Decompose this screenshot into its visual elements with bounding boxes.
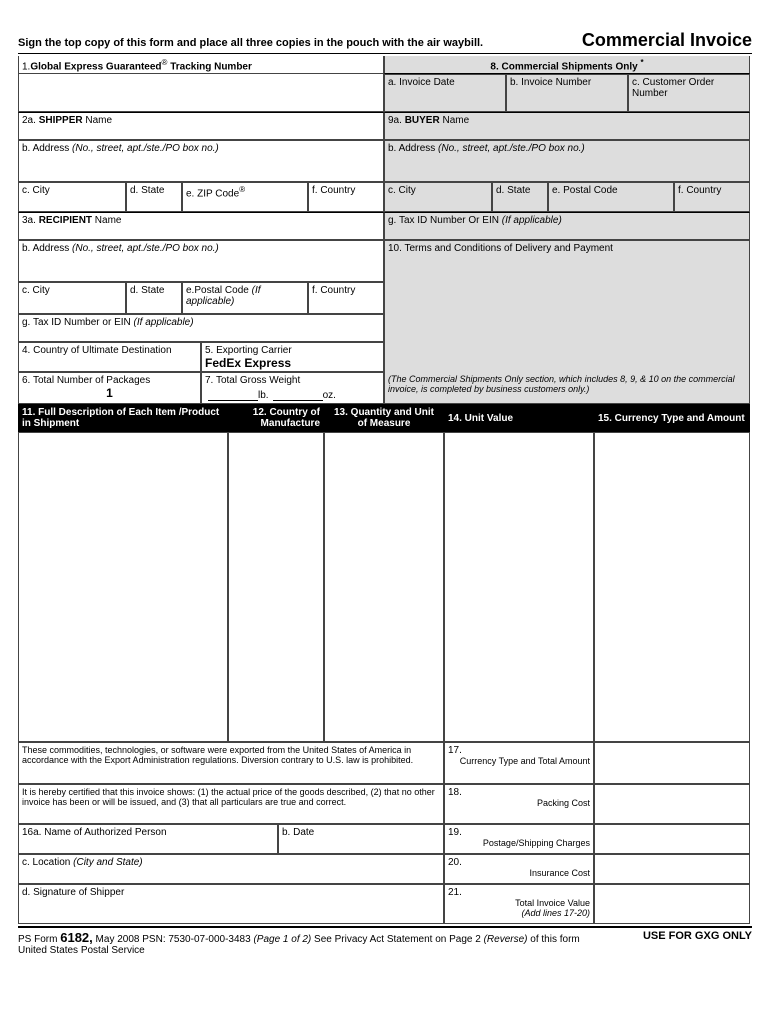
- instruction-text: Sign the top copy of this form and place…: [18, 37, 582, 49]
- field-1-tracking[interactable]: 1.Global Express Guaranteed® Tracking Nu…: [18, 56, 384, 74]
- field-19-label: 19. Postage/Shipping Charges: [444, 824, 594, 854]
- form-title: Commercial Invoice: [582, 30, 752, 51]
- field-2e-zip[interactable]: e. ZIP Code®: [182, 182, 308, 212]
- field-3d-state[interactable]: d. State: [126, 282, 182, 314]
- field-8b[interactable]: b. Invoice Number: [506, 74, 628, 112]
- footer: PS Form 6182, May 2008 PSN: 7530-07-000-…: [18, 926, 752, 956]
- field-16c-location[interactable]: c. Location (City and State): [18, 854, 444, 884]
- field-3f-country[interactable]: f. Country: [308, 282, 384, 314]
- field-8a[interactable]: a. Invoice Date: [384, 74, 506, 112]
- col-15-header: 15. Currency Type and Amount: [594, 404, 750, 432]
- col-13-header: 13. Quantity and Unit of Measure: [324, 404, 444, 432]
- field-19-value[interactable]: [594, 824, 750, 854]
- field-10-body2[interactable]: [384, 314, 750, 342]
- field-10-body3[interactable]: [384, 342, 750, 372]
- header-row: Sign the top copy of this form and place…: [18, 30, 752, 54]
- field-20-value[interactable]: [594, 854, 750, 884]
- cert-text-2: It is hereby certified that this invoice…: [18, 784, 444, 824]
- field-18-label: 18. Packing Cost: [444, 784, 594, 824]
- col-15-body[interactable]: [594, 432, 750, 742]
- field-10-body[interactable]: [384, 282, 750, 314]
- field-16b-date[interactable]: b. Date: [278, 824, 444, 854]
- field-4-destination[interactable]: 4. Country of Ultimate Destination: [18, 342, 201, 372]
- field-21-label: 21. Total Invoice Value (Add lines 17-20…: [444, 884, 594, 924]
- field-17-label: 17. Currency Type and Total Amount: [444, 742, 594, 784]
- field-5-value: FedEx Express: [205, 356, 380, 370]
- field-9f-country[interactable]: f. Country: [674, 182, 750, 212]
- footer-use: USE FOR GXG ONLY: [643, 930, 752, 956]
- field-2c-city[interactable]: c. City: [18, 182, 126, 212]
- field-2b-address[interactable]: b. Address (No., street, apt./ste./PO bo…: [18, 140, 384, 182]
- field-9d-state[interactable]: d. State: [492, 182, 548, 212]
- col-14-header: 14. Unit Value: [444, 404, 594, 432]
- field-7-weight[interactable]: 7. Total Gross Weight lb. oz.: [201, 372, 384, 404]
- field-3a-recipient[interactable]: 3a. RECIPIENT Name: [18, 212, 384, 240]
- field-1-body[interactable]: [18, 74, 384, 112]
- field-5-carrier[interactable]: 5. Exporting Carrier FedEx Express: [201, 342, 384, 372]
- field-10-terms[interactable]: 10. Terms and Conditions of Delivery and…: [384, 240, 750, 282]
- field-2f-country[interactable]: f. Country: [308, 182, 384, 212]
- field-20-label: 20. Insurance Cost: [444, 854, 594, 884]
- col-12-header: 12. Country of Manufacture: [228, 404, 324, 432]
- field-6-value: 1: [22, 386, 197, 400]
- field-3g-taxid[interactable]: g. Tax ID Number or EIN (If applicable): [18, 314, 384, 342]
- col-14-body[interactable]: [444, 432, 594, 742]
- field-3b-address[interactable]: b. Address (No., street, apt./ste./PO bo…: [18, 240, 384, 282]
- field-6-packages[interactable]: 6. Total Number of Packages 1: [18, 372, 201, 404]
- field-9b-address[interactable]: b. Address (No., street, apt./ste./PO bo…: [384, 140, 750, 182]
- cert-text-1: These commodities, technologies, or soft…: [18, 742, 444, 784]
- field-16a-name[interactable]: 16a. Name of Authorized Person: [18, 824, 278, 854]
- field-9a-buyer[interactable]: 9a. BUYER Name: [384, 112, 750, 140]
- field-2d-state[interactable]: d. State: [126, 182, 182, 212]
- col-11-header: 11. Full Description of Each Item /Produ…: [18, 404, 228, 432]
- col-11-body[interactable]: [18, 432, 228, 742]
- field-8c[interactable]: c. Customer Order Number: [628, 74, 750, 112]
- field-9c-city[interactable]: c. City: [384, 182, 492, 212]
- col-13-body[interactable]: [324, 432, 444, 742]
- field-3c-city[interactable]: c. City: [18, 282, 126, 314]
- note-commercial: (The Commercial Shipments Only section, …: [384, 372, 750, 404]
- col-12-body[interactable]: [228, 432, 324, 742]
- field-16d-signature[interactable]: d. Signature of Shipper: [18, 884, 444, 924]
- field-3e-postal[interactable]: e.Postal Code (If applicable): [182, 282, 308, 314]
- field-17-value[interactable]: [594, 742, 750, 784]
- field-21-value[interactable]: [594, 884, 750, 924]
- field-9e-postal[interactable]: e. Postal Code: [548, 182, 674, 212]
- field-9g-taxid[interactable]: g. Tax ID Number Or EIN (If applicable): [384, 212, 750, 240]
- field-18-value[interactable]: [594, 784, 750, 824]
- field-2a-shipper[interactable]: 2a. SHIPPER Name: [18, 112, 384, 140]
- field-8-header: 8. Commercial Shipments Only *: [384, 56, 750, 74]
